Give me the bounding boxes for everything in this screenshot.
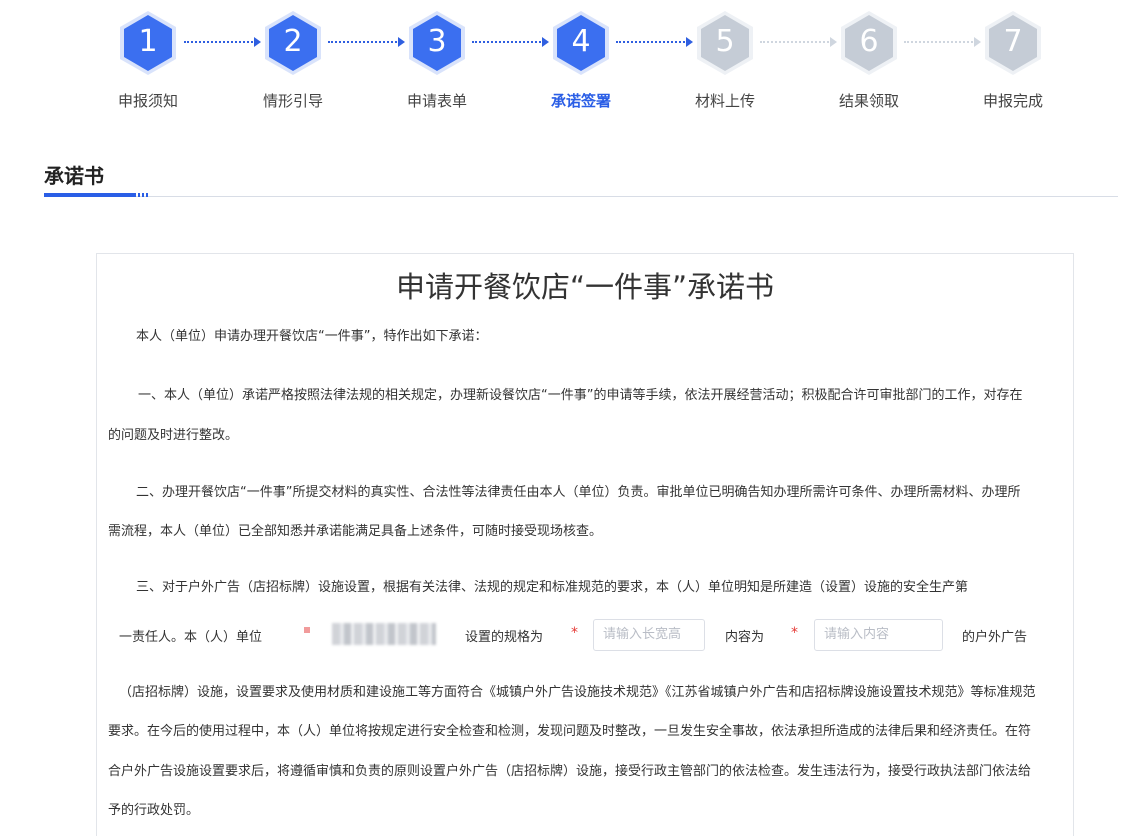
- unit-name-field-redacted: [332, 623, 436, 645]
- step-label: 情形引导: [262, 92, 323, 110]
- step-badge-7: 7: [978, 8, 1048, 78]
- step-2: 2 情形引导: [228, 8, 358, 111]
- paragraph-1-line-1: 一、本人（单位）承诺严格按照法律法规的相关规定，办理新设餐饮店“一件事”的申请等…: [138, 388, 1023, 403]
- step-number: 3: [427, 24, 447, 59]
- step-label: 材料上传: [694, 92, 755, 110]
- arrow-right-icon: [254, 37, 261, 47]
- step-number: 2: [283, 24, 303, 59]
- step-badge-5: 5: [690, 8, 760, 78]
- step-connector: [616, 41, 688, 43]
- paragraph-2-line-2: 需流程，本人（单位）已全部知悉并承诺能满足具备上述条件，可随时接受现场核查。: [108, 524, 603, 539]
- section-title-underline-dots: [134, 193, 148, 197]
- arrow-right-icon: [686, 37, 693, 47]
- arrow-right-icon: [398, 37, 405, 47]
- step-badge-2: 2: [258, 8, 328, 78]
- step-label: 结果领取: [838, 92, 899, 110]
- step-label: 申报须知: [117, 92, 178, 110]
- arrow-right-icon: [542, 37, 549, 47]
- paragraph-3-line-5: 合户外广告设施设置要求后，将遵循审慎和负责的原则设置户外广告（店招标牌）设施，接…: [108, 764, 1032, 779]
- step-number: 1: [138, 24, 158, 59]
- paragraph-3-line-1: 三、对于户外广告（店招标牌）设施设置，根据有关法律、法规的规定和标准规范的要求，…: [136, 580, 969, 595]
- paragraph-3-line-3: （店招标牌）设施，设置要求及使用材质和建设施工等方面符合《城镇户外广告设施技术规…: [119, 685, 1036, 700]
- section-divider: [44, 196, 1118, 197]
- paragraph-3-line-6: 予的行政处罚。: [108, 803, 200, 818]
- section-title: 承诺书: [44, 164, 104, 188]
- step-connector: [184, 41, 256, 43]
- step-connector: [472, 41, 544, 43]
- section-title-underline: [44, 193, 134, 197]
- arrow-right-icon: [830, 37, 837, 47]
- step-label: 申报完成: [982, 92, 1043, 110]
- paragraph-3-text-d: 的户外广告: [962, 630, 1028, 645]
- step-5: 5 材料上传: [660, 8, 790, 111]
- paragraph-2-line-1: 二、办理开餐饮店“一件事”所提交材料的真实性、合法性等法律责任由本人（单位）负责…: [136, 485, 1021, 500]
- paragraph-3-text-b: 设置的规格为: [465, 630, 544, 645]
- document-title: 申请开餐饮店“一件事”承诺书: [395, 270, 775, 304]
- progress-stepper: 1 申报须知 2 情形引导 3 申请表单 4 承诺签署 5 材料上传 6 结果领…: [0, 0, 1144, 130]
- arrow-right-icon: [974, 37, 981, 47]
- step-number: 5: [715, 24, 735, 59]
- document-intro: 本人（单位）申请办理开餐饮店“一件事”，特作出如下承诺：: [136, 329, 488, 344]
- step-badge-6: 6: [834, 8, 904, 78]
- step-label: 申请表单: [406, 92, 467, 110]
- step-6: 6 结果领取: [804, 8, 934, 111]
- step-label: 承诺签署: [550, 92, 611, 110]
- size-input[interactable]: 请输入长宽高: [593, 619, 705, 651]
- paragraph-3-text-c: 内容为: [725, 630, 765, 645]
- step-connector: [904, 41, 976, 43]
- required-asterisk: *: [791, 625, 798, 641]
- step-badge-4: 4: [546, 8, 616, 78]
- paragraph-3-line-4: 要求。在今后的使用过程中，本（人）单位将按规定进行安全检查和检测，发现问题及时整…: [108, 724, 1032, 739]
- paragraph-1-line-2: 的问题及时进行整改。: [108, 428, 239, 443]
- step-1: 1 申报须知: [83, 8, 213, 111]
- step-7: 7 申报完成: [948, 8, 1078, 111]
- required-marker: [304, 627, 310, 633]
- step-connector: [760, 41, 832, 43]
- step-badge-3: 3: [402, 8, 472, 78]
- step-connector: [328, 41, 400, 43]
- step-number: 4: [571, 24, 591, 59]
- required-asterisk: *: [571, 625, 578, 641]
- step-3: 3 申请表单: [372, 8, 502, 111]
- step-number: 6: [859, 24, 879, 59]
- step-4: 4 承诺签署: [516, 8, 646, 111]
- step-number: 7: [1003, 24, 1023, 59]
- step-badge-1: 1: [113, 8, 183, 78]
- paragraph-3-text-a: 一责任人。本（人）单位: [119, 630, 263, 645]
- content-input[interactable]: 请输入内容: [814, 619, 943, 651]
